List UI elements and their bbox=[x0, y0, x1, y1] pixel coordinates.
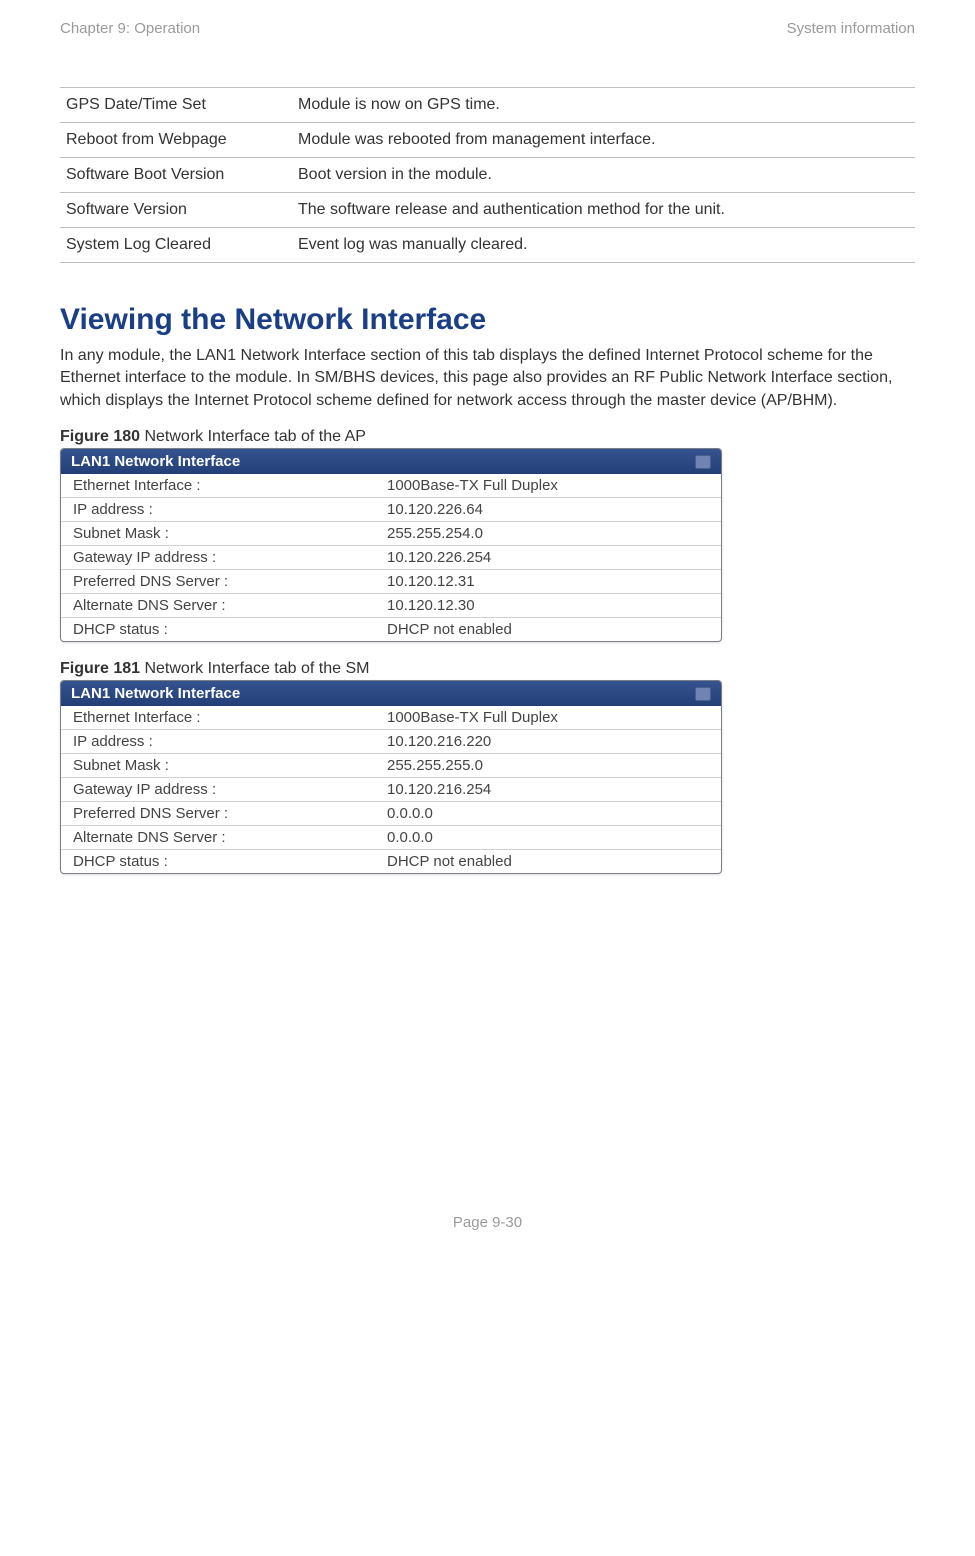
section-heading: Viewing the Network Interface bbox=[60, 303, 915, 337]
network-values-table: Ethernet Interface :1000Base-TX Full Dup… bbox=[61, 706, 721, 873]
panel-title: LAN1 Network Interface bbox=[71, 453, 240, 470]
table-row: Subnet Mask :255.255.255.0 bbox=[61, 754, 721, 778]
section-body: In any module, the LAN1 Network Interfac… bbox=[60, 345, 915, 412]
table-row: Ethernet Interface :1000Base-TX Full Dup… bbox=[61, 706, 721, 730]
field-value: 10.120.216.254 bbox=[375, 778, 721, 802]
field-label: DHCP status : bbox=[61, 618, 375, 642]
field-label: Preferred DNS Server : bbox=[61, 570, 375, 594]
figure-number: Figure 181 bbox=[60, 660, 140, 677]
def-term: GPS Date/Time Set bbox=[60, 88, 292, 123]
field-value: DHCP not enabled bbox=[375, 618, 721, 642]
table-row: IP address :10.120.226.64 bbox=[61, 498, 721, 522]
field-value: DHCP not enabled bbox=[375, 850, 721, 874]
panel-header: LAN1 Network Interface bbox=[61, 681, 721, 706]
field-label: Ethernet Interface : bbox=[61, 706, 375, 730]
figure-caption: Figure 181 Network Interface tab of the … bbox=[60, 660, 915, 678]
table-row: Gateway IP address :10.120.226.254 bbox=[61, 546, 721, 570]
definition-table: GPS Date/Time Set Module is now on GPS t… bbox=[60, 87, 915, 263]
field-label: Gateway IP address : bbox=[61, 778, 375, 802]
table-row: System Log Cleared Event log was manuall… bbox=[60, 228, 915, 263]
table-row: DHCP status :DHCP not enabled bbox=[61, 850, 721, 874]
field-label: Alternate DNS Server : bbox=[61, 594, 375, 618]
table-row: DHCP status :DHCP not enabled bbox=[61, 618, 721, 642]
field-label: Preferred DNS Server : bbox=[61, 802, 375, 826]
def-term: Software Version bbox=[60, 193, 292, 228]
field-value: 1000Base-TX Full Duplex bbox=[375, 474, 721, 498]
field-value: 1000Base-TX Full Duplex bbox=[375, 706, 721, 730]
table-row: Alternate DNS Server :10.120.12.30 bbox=[61, 594, 721, 618]
field-value: 10.120.216.220 bbox=[375, 730, 721, 754]
table-row: Reboot from Webpage Module was rebooted … bbox=[60, 123, 915, 158]
panel-header: LAN1 Network Interface bbox=[61, 449, 721, 474]
collapse-icon[interactable] bbox=[695, 687, 711, 701]
def-desc: Module is now on GPS time. bbox=[292, 88, 915, 123]
def-term: Software Boot Version bbox=[60, 158, 292, 193]
field-value: 10.120.226.254 bbox=[375, 546, 721, 570]
field-label: Subnet Mask : bbox=[61, 522, 375, 546]
page-header: Chapter 9: Operation System information bbox=[60, 20, 915, 37]
figure-title: Network Interface tab of the SM bbox=[140, 660, 369, 677]
field-value: 255.255.255.0 bbox=[375, 754, 721, 778]
table-row: Preferred DNS Server :10.120.12.31 bbox=[61, 570, 721, 594]
def-term: System Log Cleared bbox=[60, 228, 292, 263]
table-row: Subnet Mask :255.255.254.0 bbox=[61, 522, 721, 546]
def-desc: The software release and authentication … bbox=[292, 193, 915, 228]
table-row: Alternate DNS Server :0.0.0.0 bbox=[61, 826, 721, 850]
table-row: GPS Date/Time Set Module is now on GPS t… bbox=[60, 88, 915, 123]
network-interface-panel-sm: LAN1 Network Interface Ethernet Interfac… bbox=[60, 680, 722, 874]
field-label: IP address : bbox=[61, 498, 375, 522]
field-label: IP address : bbox=[61, 730, 375, 754]
def-desc: Event log was manually cleared. bbox=[292, 228, 915, 263]
field-value: 10.120.12.31 bbox=[375, 570, 721, 594]
network-values-table: Ethernet Interface :1000Base-TX Full Dup… bbox=[61, 474, 721, 641]
field-value: 10.120.226.64 bbox=[375, 498, 721, 522]
network-interface-panel-ap: LAN1 Network Interface Ethernet Interfac… bbox=[60, 448, 722, 642]
def-desc: Boot version in the module. bbox=[292, 158, 915, 193]
table-row: Preferred DNS Server :0.0.0.0 bbox=[61, 802, 721, 826]
def-desc: Module was rebooted from management inte… bbox=[292, 123, 915, 158]
field-label: Alternate DNS Server : bbox=[61, 826, 375, 850]
table-row: Gateway IP address :10.120.216.254 bbox=[61, 778, 721, 802]
figure-number: Figure 180 bbox=[60, 428, 140, 445]
collapse-icon[interactable] bbox=[695, 455, 711, 469]
field-value: 0.0.0.0 bbox=[375, 826, 721, 850]
table-row: Software Boot Version Boot version in th… bbox=[60, 158, 915, 193]
field-label: Ethernet Interface : bbox=[61, 474, 375, 498]
panel-title: LAN1 Network Interface bbox=[71, 685, 240, 702]
field-label: Gateway IP address : bbox=[61, 546, 375, 570]
table-row: IP address :10.120.216.220 bbox=[61, 730, 721, 754]
field-value: 255.255.254.0 bbox=[375, 522, 721, 546]
figure-title: Network Interface tab of the AP bbox=[140, 428, 366, 445]
figure-caption: Figure 180 Network Interface tab of the … bbox=[60, 428, 915, 446]
field-label: Subnet Mask : bbox=[61, 754, 375, 778]
header-left: Chapter 9: Operation bbox=[60, 20, 200, 37]
field-label: DHCP status : bbox=[61, 850, 375, 874]
table-row: Ethernet Interface :1000Base-TX Full Dup… bbox=[61, 474, 721, 498]
field-value: 10.120.12.30 bbox=[375, 594, 721, 618]
table-row: Software Version The software release an… bbox=[60, 193, 915, 228]
field-value: 0.0.0.0 bbox=[375, 802, 721, 826]
def-term: Reboot from Webpage bbox=[60, 123, 292, 158]
page-number: Page 9-30 bbox=[60, 1214, 915, 1231]
header-right: System information bbox=[787, 20, 915, 37]
